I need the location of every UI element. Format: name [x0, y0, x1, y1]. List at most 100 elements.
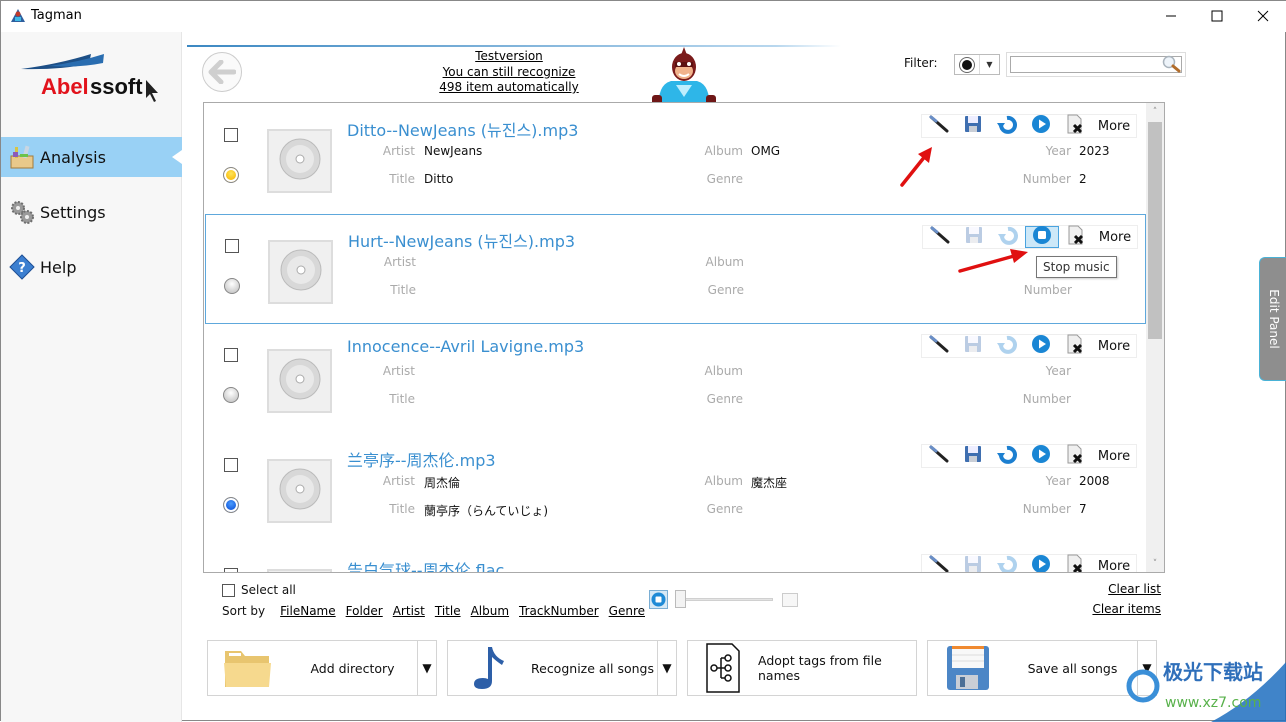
recognition-status-indicator[interactable]	[224, 278, 240, 294]
album-value[interactable]: 魔杰座	[751, 474, 787, 491]
sidebar-item-settings[interactable]: Settings	[1, 192, 182, 232]
more-button[interactable]: More	[1092, 449, 1136, 464]
song-row[interactable]: Hurt--NewJeans (뉴진스).mp3 Artist Title Al…	[205, 214, 1146, 324]
volume-knob[interactable]	[675, 590, 686, 608]
remove-button[interactable]	[1058, 334, 1092, 357]
save-button[interactable]	[957, 226, 991, 248]
undo-button[interactable]	[990, 335, 1024, 357]
search-icon[interactable]	[1161, 55, 1181, 73]
auto-tag-button[interactable]	[922, 335, 956, 357]
row-checkbox[interactable]	[224, 348, 238, 362]
delete-file-icon	[1067, 225, 1085, 249]
song-row[interactable]: Ditto--NewJeans (뉴진스).mp3 Artist NewJean…	[205, 104, 1146, 214]
back-button[interactable]	[202, 52, 242, 92]
clear-items-link[interactable]: Clear items	[1081, 599, 1161, 619]
remove-button[interactable]	[1058, 554, 1092, 572]
player-stop-button[interactable]	[649, 590, 668, 609]
song-filename[interactable]: 告白气球--周杰伦.flac	[347, 557, 504, 572]
close-button[interactable]	[1240, 1, 1286, 31]
song-filename[interactable]: 兰亭序--周杰伦.mp3	[347, 447, 496, 471]
remove-button[interactable]	[1058, 444, 1092, 467]
recognition-status-indicator[interactable]	[223, 497, 239, 513]
recognition-status-indicator[interactable]	[223, 167, 239, 183]
save-dropdown[interactable]: ▼	[1137, 641, 1156, 695]
sort-folder-link[interactable]: Folder	[346, 604, 383, 618]
undo-button[interactable]	[990, 555, 1024, 572]
sort-album-link[interactable]: Album	[471, 604, 509, 618]
title-value[interactable]: 蘭亭序（らんていじょ)	[424, 502, 548, 519]
song-filename[interactable]: Innocence--Avril Lavigne.mp3	[347, 337, 584, 356]
year-value[interactable]: 2023	[1079, 144, 1110, 158]
adopt-tags-button[interactable]: Adopt tags from file names	[687, 640, 917, 696]
title-value[interactable]: Ditto	[424, 172, 453, 186]
minimize-button[interactable]	[1148, 1, 1194, 31]
more-button[interactable]: More	[1093, 230, 1137, 245]
auto-tag-button[interactable]	[923, 226, 957, 248]
artist-value[interactable]: NewJeans	[424, 144, 482, 158]
recognize-dropdown[interactable]: ▼	[657, 641, 676, 695]
auto-tag-button[interactable]	[922, 115, 956, 137]
number-label: Number	[1022, 392, 1071, 406]
auto-tag-button[interactable]	[922, 445, 956, 467]
save-button[interactable]	[956, 335, 990, 357]
song-row[interactable]: Innocence--Avril Lavigne.mp3 Artist Titl…	[205, 324, 1146, 434]
year-value[interactable]: 2008	[1079, 474, 1110, 488]
artist-value[interactable]: 周杰倫	[424, 474, 460, 491]
play-button[interactable]	[1024, 115, 1058, 137]
add-directory-button[interactable]: Add directory ▼	[207, 640, 437, 696]
save-all-songs-button[interactable]: Save all songs ▼	[927, 640, 1157, 696]
filter-color-dropdown[interactable]: ▼	[954, 54, 1000, 75]
play-button[interactable]	[1024, 555, 1058, 572]
sort-artist-link[interactable]: Artist	[393, 604, 425, 618]
remove-button[interactable]	[1059, 225, 1093, 249]
song-row[interactable]: 告白气球--周杰伦.flac Artist Title Album Genre …	[205, 544, 1146, 573]
save-button[interactable]	[956, 445, 990, 467]
volume-slider[interactable]	[675, 589, 801, 613]
sidebar-item-analysis[interactable]: Analysis	[1, 137, 182, 177]
undo-button[interactable]	[990, 445, 1024, 467]
song-row[interactable]: 兰亭序--周杰伦.mp3 Artist 周杰倫 Title 蘭亭序（らんていじょ…	[205, 434, 1146, 544]
stop-music-button[interactable]	[1025, 226, 1059, 248]
trial-link[interactable]: You can still recognize	[421, 65, 597, 81]
sidebar-item-help[interactable]: ? Help	[1, 247, 182, 287]
row-checkbox[interactable]	[224, 458, 238, 472]
number-value[interactable]: 2	[1079, 172, 1087, 186]
scroll-down-button[interactable]: ˅	[1146, 555, 1164, 572]
undo-button[interactable]	[990, 115, 1024, 137]
save-button[interactable]	[956, 555, 990, 572]
sort-title-link[interactable]: Title	[435, 604, 461, 618]
play-icon	[1031, 334, 1051, 358]
add-directory-dropdown[interactable]: ▼	[417, 641, 436, 695]
auto-tag-button[interactable]	[922, 555, 956, 572]
row-checkbox[interactable]	[224, 568, 238, 572]
select-all-checkbox[interactable]: Select all	[222, 583, 296, 597]
edit-panel-tab[interactable]: Edit Panel	[1259, 257, 1286, 381]
play-button[interactable]	[1024, 445, 1058, 467]
clear-list-link[interactable]: Clear list	[1081, 579, 1161, 599]
scroll-thumb[interactable]	[1148, 122, 1162, 339]
more-button[interactable]: More	[1092, 119, 1136, 134]
sort-genre-link[interactable]: Genre	[609, 604, 645, 618]
song-filename[interactable]: Ditto--NewJeans (뉴진스).mp3	[347, 117, 578, 141]
play-button[interactable]	[1024, 335, 1058, 357]
filter-input[interactable]	[1010, 56, 1182, 73]
recognize-all-songs-button[interactable]: Recognize all songs ▼	[447, 640, 677, 696]
album-value[interactable]: OMG	[751, 144, 780, 158]
remove-button[interactable]	[1058, 114, 1092, 137]
sort-filename-link[interactable]: FileName	[280, 604, 335, 618]
row-checkbox[interactable]	[224, 128, 238, 142]
maximize-button[interactable]	[1194, 1, 1240, 31]
more-button[interactable]: More	[1092, 339, 1136, 354]
list-scrollbar[interactable]: ˄ ˅	[1146, 103, 1164, 572]
save-button[interactable]	[956, 115, 990, 137]
row-checkbox[interactable]	[225, 239, 239, 253]
song-filename[interactable]: Hurt--NewJeans (뉴진스).mp3	[348, 228, 575, 252]
scroll-up-button[interactable]: ˄	[1146, 103, 1164, 120]
undo-button[interactable]	[991, 226, 1025, 248]
trial-link[interactable]: Testversion	[421, 49, 597, 65]
more-button[interactable]: More	[1092, 559, 1136, 573]
recognition-status-indicator[interactable]	[223, 387, 239, 403]
sort-tracknumber-link[interactable]: TrackNumber	[519, 604, 599, 618]
trial-link[interactable]: 498 item automatically	[421, 80, 597, 96]
number-value[interactable]: 7	[1079, 502, 1087, 516]
